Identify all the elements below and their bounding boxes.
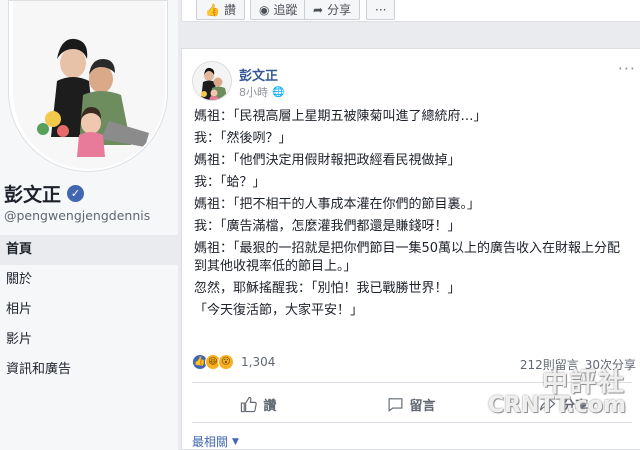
comment-sort-dropdown[interactable]: 最相關 ▼ xyxy=(192,433,239,450)
share-page-button[interactable]: ➦ 分享 xyxy=(304,0,361,20)
post-line: 我：「廣告滿檔，怎麼灌我們都還是賺錢呀！」 xyxy=(194,219,461,234)
more-options-button[interactable]: ··· xyxy=(366,0,396,20)
post-meta: 8小時 🌐 xyxy=(239,84,284,100)
post-options-button[interactable]: ··· xyxy=(618,59,636,78)
rss-icon: ◉ xyxy=(259,2,270,17)
comment-bubble-icon xyxy=(388,397,402,412)
page-action-bar: 👍 讚 ◉ 追蹤 ➦ 分享 ··· xyxy=(181,0,640,22)
like-page-button[interactable]: 👍 讚 xyxy=(196,0,245,20)
post-line: 媽祖：「把不相干的人事成本灌在你們的節目裏。」 xyxy=(194,197,481,212)
like-page-label: 讚 xyxy=(223,3,236,17)
post-line: 媽祖：「最狠的一招就是把你們節目一集50萬以上的廣告收入在財報上分配到其他收視率… xyxy=(194,241,621,274)
divider xyxy=(192,422,632,423)
post-timestamp[interactable]: 8小時 xyxy=(239,84,268,100)
thumbs-up-icon: 👍 xyxy=(205,2,220,17)
profile-handle: @pengwengjengdennis xyxy=(4,208,151,223)
comment-label: 留言 xyxy=(409,398,436,414)
caret-down-icon: ▼ xyxy=(232,436,239,447)
reaction-summary[interactable]: 👍 😆 😮 1,304 xyxy=(192,354,275,370)
sidebar-item-photos[interactable]: 相片 xyxy=(0,295,178,325)
post-line: 媽祖：「民視高層上星期五被陳菊叫進了總統府…」 xyxy=(194,109,487,124)
follow-button[interactable]: ◉ 追蹤 xyxy=(250,0,307,20)
sidebar-item-home[interactable]: 首頁 xyxy=(0,235,178,265)
post-text: 媽祖：「民視高層上星期五被陳菊叫進了總統府…」 我：「然後咧？」 媽祖：「他們決… xyxy=(194,108,634,324)
share-page-label: 分享 xyxy=(327,3,352,17)
reaction-count: 1,304 xyxy=(241,355,276,369)
post-line: 我：「蛤？」 xyxy=(194,175,266,190)
thumbs-up-icon xyxy=(241,396,258,412)
profile-photo xyxy=(13,1,165,169)
page-title: 彭文正 ✓ xyxy=(4,180,85,207)
wow-reaction-icon: 😮 xyxy=(218,354,234,370)
like-button[interactable]: 讚 xyxy=(182,390,335,418)
sidebar-item-info-ads[interactable]: 資訊和廣告 xyxy=(0,355,178,385)
sort-label: 最相關 xyxy=(192,435,229,449)
comment-button[interactable]: 留言 xyxy=(335,390,488,418)
sidebar-item-videos[interactable]: 影片 xyxy=(0,325,178,355)
follow-label: 追蹤 xyxy=(273,3,298,17)
verified-badge-icon: ✓ xyxy=(67,185,85,202)
profile-picture[interactable] xyxy=(8,0,168,172)
post-author-avatar[interactable] xyxy=(192,61,232,101)
sidebar-nav: 首頁 關於 相片 影片 資訊和廣告 xyxy=(0,235,178,385)
post-line: 我：「然後咧？」 xyxy=(194,131,292,146)
share-arrow-icon: ➦ xyxy=(313,2,324,17)
globe-icon: 🌐 xyxy=(272,86,285,98)
sidebar-item-about[interactable]: 關於 xyxy=(0,265,178,295)
post-line: 忽然，耶穌搖醒我：「別怕！我已戰勝世界！」 xyxy=(194,281,461,296)
profile-name-text: 彭文正 xyxy=(4,184,62,206)
profile-sidebar: 彭文正 ✓ @pengwengjengdennis 首頁 關於 相片 影片 資訊… xyxy=(0,0,178,450)
post-line: 媽祖：「他們決定用假財報把政經看民視做掉」 xyxy=(194,153,461,168)
like-label: 讚 xyxy=(263,398,277,414)
watermark: 中評社 CRNTT.com xyxy=(476,362,626,418)
post-line: 「今天復活節，大家平安！」 xyxy=(194,303,364,318)
post-author-name[interactable]: 彭文正 xyxy=(239,65,278,84)
watermark-en: CRNTT.com xyxy=(487,393,626,418)
